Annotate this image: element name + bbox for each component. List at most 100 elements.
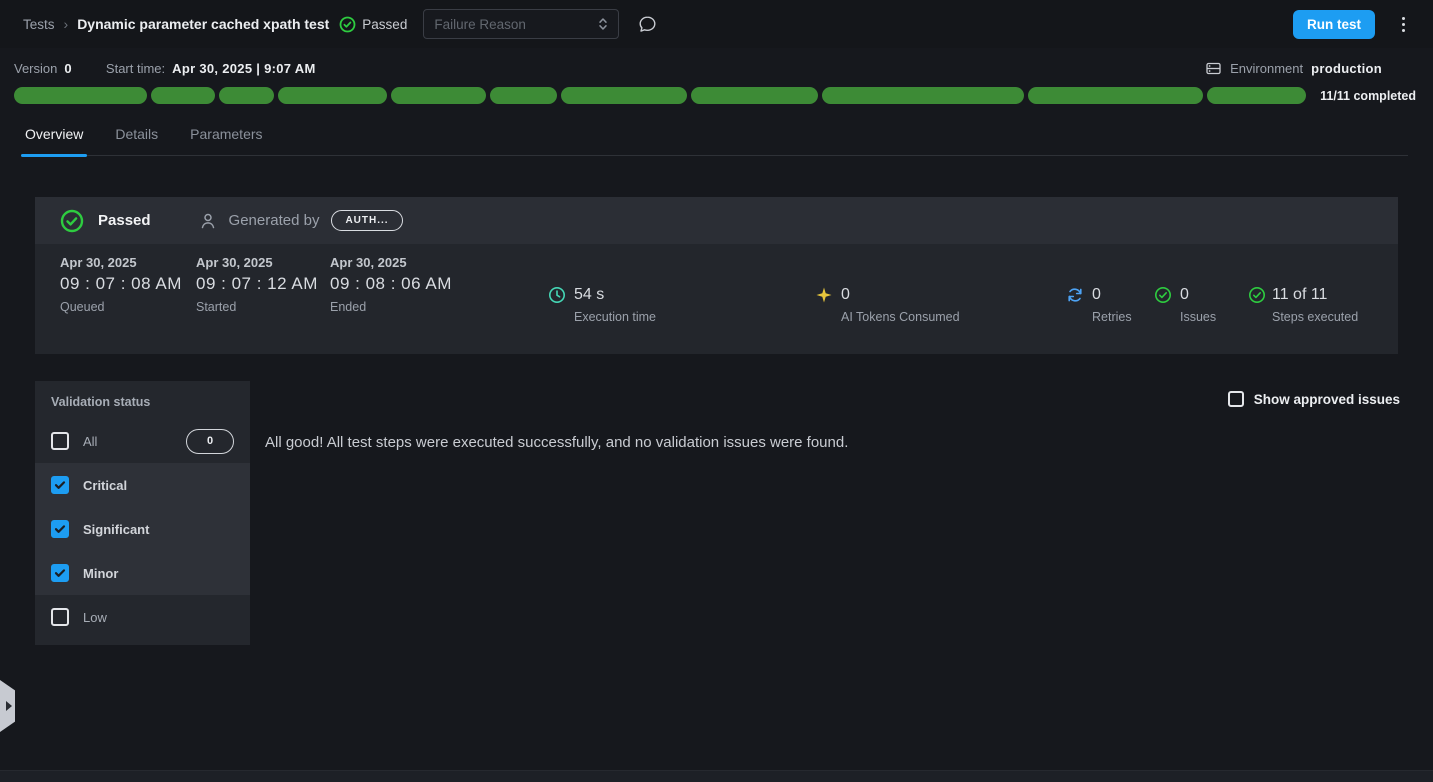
generated-by-badge[interactable]: AUTH...: [331, 210, 402, 231]
page-title: Dynamic parameter cached xpath test: [77, 16, 329, 32]
check-circle-icon: [1154, 286, 1172, 304]
progress-segment: [822, 87, 1025, 104]
check-circle-icon: [339, 16, 356, 33]
tab-overview[interactable]: Overview: [25, 126, 83, 155]
execution-time-stat: 54 s Execution time: [548, 286, 656, 324]
ended-time: Apr 30, 2025 09 : 08 : 06 AM Ended: [330, 255, 452, 314]
ai-tokens-value: 0: [841, 286, 850, 304]
progress-segment: [1028, 87, 1203, 104]
validation-row-low[interactable]: Low: [35, 595, 250, 639]
progress-segment: [561, 87, 687, 104]
started-time: Apr 30, 2025 09 : 07 : 12 AM Started: [196, 255, 318, 314]
select-chevrons-icon: [598, 17, 608, 31]
validation-label-critical: Critical: [83, 478, 127, 493]
execution-time-value: 54 s: [574, 286, 604, 304]
steps-executed-stat: 11 of 11 Steps executed: [1248, 286, 1358, 324]
validation-row-significant[interactable]: Significant: [35, 507, 250, 551]
breadcrumb[interactable]: Tests: [23, 17, 55, 32]
validation-row-all[interactable]: All 0: [35, 419, 250, 463]
environment-icon: [1205, 60, 1222, 77]
summary-card-body: Apr 30, 2025 09 : 07 : 08 AM Queued Apr …: [35, 244, 1398, 354]
checkbox-significant[interactable]: [51, 520, 69, 538]
environment-label: Environment: [1230, 61, 1303, 76]
validation-status-title: Validation status: [35, 381, 250, 419]
issues-value: 0: [1180, 286, 1189, 304]
progress-segment: [490, 87, 558, 104]
start-time-value: Apr 30, 2025 | 9:07 AM: [172, 61, 315, 76]
ended-clock: 09 : 08 : 06 AM: [330, 274, 452, 294]
expand-arrow-icon: [6, 701, 12, 711]
start-time-label: Start time:: [106, 61, 165, 76]
queued-clock: 09 : 07 : 08 AM: [60, 274, 182, 294]
retries-label: Retries: [1092, 310, 1132, 324]
summary-card-header: Passed Generated by AUTH...: [35, 197, 1398, 244]
tab-parameters[interactable]: Parameters: [190, 126, 262, 155]
progress-segment: [14, 87, 147, 104]
version-label: Version: [14, 61, 57, 76]
test-status-label: Passed: [362, 17, 407, 32]
queued-label: Queued: [60, 300, 182, 314]
generated-by-label: Generated by: [229, 212, 320, 229]
failure-reason-placeholder: Failure Reason: [434, 17, 526, 32]
show-approved-label: Show approved issues: [1254, 392, 1400, 407]
ended-label: Ended: [330, 300, 452, 314]
steps-executed-value: 11 of 11: [1272, 286, 1327, 304]
progress-segment: [691, 87, 817, 104]
validation-label-low: Low: [83, 610, 107, 625]
test-status: Passed: [339, 16, 407, 33]
run-summary-card: Passed Generated by AUTH... Apr 30, 2025…: [35, 197, 1398, 354]
passed-check-circle-icon: [60, 209, 84, 233]
issues-content: Show approved issues All good! All test …: [250, 381, 1433, 451]
meta-row: Version 0 Start time: Apr 30, 2025 | 9:0…: [0, 48, 1433, 83]
issues-label: Issues: [1180, 310, 1216, 324]
validation-label-all: All: [83, 434, 97, 449]
check-circle-icon: [1248, 286, 1266, 304]
started-date: Apr 30, 2025: [196, 255, 318, 270]
ended-date: Apr 30, 2025: [330, 255, 452, 270]
validation-row-minor[interactable]: Minor: [35, 551, 250, 595]
queued-date: Apr 30, 2025: [60, 255, 182, 270]
queued-time: Apr 30, 2025 09 : 07 : 08 AM Queued: [60, 255, 182, 314]
validation-label-minor: Minor: [83, 566, 118, 581]
execution-time-label: Execution time: [574, 310, 656, 324]
checkbox-minor[interactable]: [51, 564, 69, 582]
version-group: Version 0: [14, 61, 72, 76]
validation-row-critical[interactable]: Critical: [35, 463, 250, 507]
all-count-badge: 0: [186, 429, 234, 454]
progress-segment: [391, 87, 485, 104]
tab-details[interactable]: Details: [115, 126, 158, 155]
show-approved-row[interactable]: Show approved issues: [265, 391, 1400, 407]
bottom-strip: [0, 770, 1433, 782]
started-clock: 09 : 07 : 12 AM: [196, 274, 318, 294]
run-test-button[interactable]: Run test: [1293, 10, 1375, 39]
progress-bar: [14, 87, 1306, 104]
validation-label-significant: Significant: [83, 522, 149, 537]
issues-stat: 0 Issues: [1154, 286, 1216, 324]
checkbox-critical[interactable]: [51, 476, 69, 494]
environment-value: production: [1311, 61, 1382, 76]
sparkle-icon: [815, 286, 833, 304]
ai-tokens-stat: 0 AI Tokens Consumed: [815, 286, 960, 324]
started-label: Started: [196, 300, 318, 314]
environment-group: Environment production: [1205, 60, 1382, 77]
validation-status-panel: Validation status All 0 Critical Signifi…: [35, 381, 250, 645]
comment-icon[interactable]: [633, 10, 661, 38]
show-approved-checkbox[interactable]: [1228, 391, 1244, 407]
breadcrumb-chevron-icon: ›: [64, 16, 69, 32]
steps-executed-label: Steps executed: [1272, 310, 1358, 324]
checkbox-all[interactable]: [51, 432, 69, 450]
top-bar: Tests › Dynamic parameter cached xpath t…: [0, 0, 1433, 48]
progress-segment: [219, 87, 275, 104]
more-options-icon[interactable]: [1389, 10, 1417, 38]
all-good-message: All good! All test steps were executed s…: [265, 434, 1400, 451]
checkbox-low[interactable]: [51, 608, 69, 626]
failure-reason-select[interactable]: Failure Reason: [423, 9, 619, 39]
progress-completed-label: 11/11 completed: [1320, 89, 1416, 103]
progress-segment: [278, 87, 387, 104]
refresh-icon: [1066, 286, 1084, 304]
side-panel-expand-handle[interactable]: [0, 680, 15, 732]
clock-icon: [548, 286, 566, 304]
summary-status-label: Passed: [98, 212, 151, 229]
start-time-group: Start time: Apr 30, 2025 | 9:07 AM: [106, 61, 316, 76]
retries-stat: 0 Retries: [1066, 286, 1132, 324]
